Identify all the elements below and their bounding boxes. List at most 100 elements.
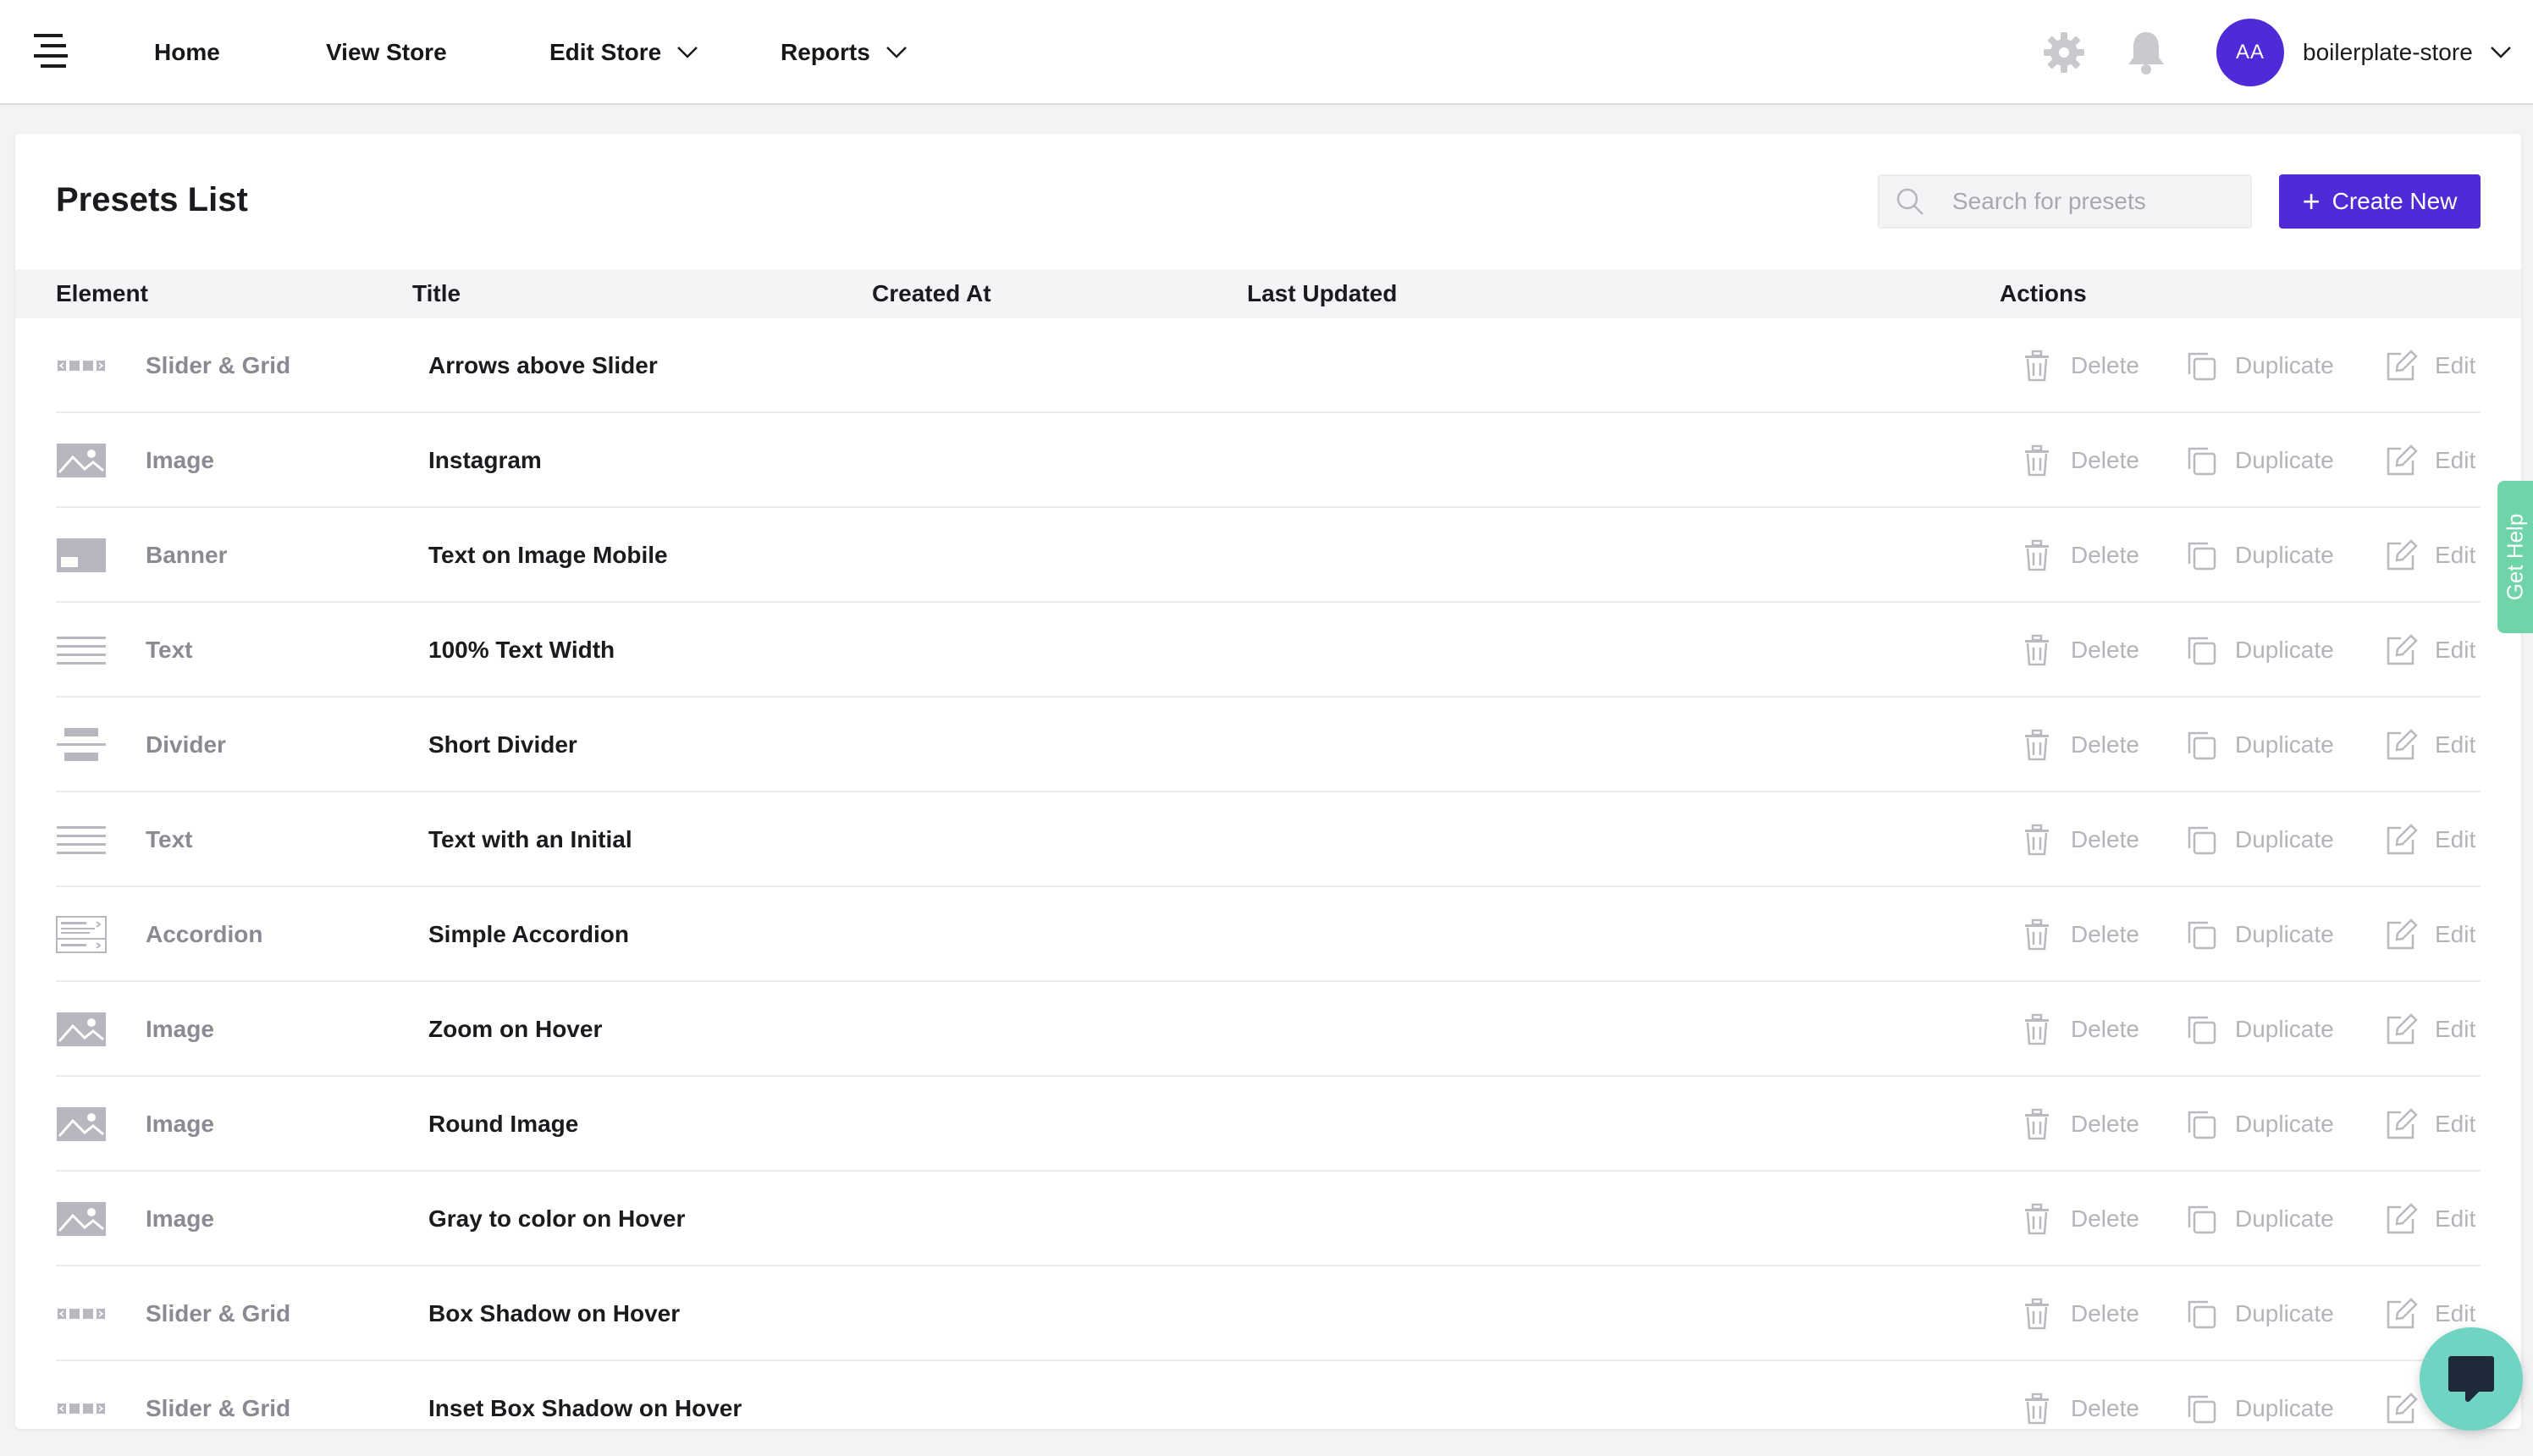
bell-icon[interactable] — [2125, 29, 2167, 76]
duplicate-button[interactable]: Duplicate — [2184, 1077, 2334, 1172]
element-type: Text — [146, 637, 193, 663]
trash-icon — [2025, 824, 2049, 856]
edit-icon — [2387, 729, 2418, 760]
image-icon — [56, 1011, 107, 1048]
edit-icon — [2387, 1108, 2418, 1139]
delete-label: Delete — [2071, 1300, 2139, 1326]
get-help-label: Get Help — [2502, 513, 2528, 601]
delete-button[interactable]: Delete — [2020, 508, 2139, 603]
preset-title: Box Shadow on Hover — [428, 1300, 681, 1326]
preset-title: Text on Image Mobile — [428, 542, 668, 568]
duplicate-button[interactable]: Duplicate — [2184, 792, 2334, 887]
search-box[interactable] — [1878, 174, 2252, 229]
delete-label: Delete — [2071, 1111, 2139, 1137]
chat-launcher-button[interactable] — [2420, 1327, 2523, 1431]
duplicate-button[interactable]: Duplicate — [2184, 1172, 2334, 1266]
trash-icon — [2025, 1298, 2049, 1330]
duplicate-icon — [2188, 1111, 2216, 1139]
element-type: Slider & Grid — [146, 1300, 291, 1326]
edit-label: Edit — [2435, 731, 2476, 758]
avatar-initials: AA — [2235, 41, 2265, 63]
trash-icon — [2025, 918, 2049, 951]
slider-grid-icon — [56, 1390, 107, 1427]
nav-edit-store[interactable]: Edit Store — [549, 0, 698, 105]
edit-button[interactable]: Edit — [2384, 318, 2475, 413]
duplicate-icon — [2188, 1016, 2216, 1045]
delete-button[interactable]: Delete — [2020, 887, 2139, 982]
edit-label: Edit — [2435, 1300, 2476, 1326]
nav-reports-label: Reports — [781, 39, 870, 65]
trash-icon — [2025, 539, 2049, 571]
avatar[interactable]: AA — [2216, 19, 2284, 86]
nav-view-store[interactable]: View Store — [326, 0, 447, 105]
edit-label: Edit — [2435, 1205, 2476, 1232]
nav-view-store-label: View Store — [326, 39, 447, 65]
edit-label: Edit — [2435, 447, 2476, 473]
preset-title: Short Divider — [428, 731, 577, 758]
delete-button[interactable]: Delete — [2020, 1266, 2139, 1361]
delete-button[interactable]: Delete — [2020, 1172, 2139, 1266]
text-lines-icon — [56, 631, 107, 669]
duplicate-button[interactable]: Duplicate — [2184, 698, 2334, 792]
get-help-tab[interactable]: Get Help — [2497, 481, 2533, 633]
image-icon — [56, 1106, 107, 1143]
duplicate-label: Duplicate — [2235, 1016, 2334, 1042]
duplicate-button[interactable]: Duplicate — [2184, 603, 2334, 698]
delete-button[interactable]: Delete — [2020, 792, 2139, 887]
duplicate-icon — [2188, 1395, 2216, 1424]
duplicate-button[interactable]: Duplicate — [2184, 1266, 2334, 1361]
presets-card: Presets List + Create New Element Title … — [15, 134, 2521, 1429]
banner-icon — [56, 537, 107, 574]
duplicate-label: Duplicate — [2235, 921, 2334, 947]
delete-button[interactable]: Delete — [2020, 603, 2139, 698]
menu-icon[interactable] — [32, 30, 73, 74]
store-switcher[interactable]: boilerplate-store — [2303, 0, 2512, 105]
table-row: Image Instagram Delete Duplicate Edit — [56, 413, 2481, 508]
duplicate-button[interactable]: Duplicate — [2184, 1361, 2334, 1429]
delete-button[interactable]: Delete — [2020, 1077, 2139, 1172]
edit-button[interactable]: Edit — [2384, 698, 2475, 792]
nav-reports[interactable]: Reports — [781, 0, 908, 105]
delete-button[interactable]: Delete — [2020, 698, 2139, 792]
delete-button[interactable]: Delete — [2020, 982, 2139, 1077]
duplicate-icon — [2188, 1205, 2216, 1234]
search-input[interactable] — [1951, 187, 2242, 216]
duplicate-button[interactable]: Duplicate — [2184, 508, 2334, 603]
duplicate-button[interactable]: Duplicate — [2184, 318, 2334, 413]
delete-label: Delete — [2071, 731, 2139, 758]
nav-home[interactable]: Home — [154, 0, 220, 105]
edit-icon — [2387, 1203, 2418, 1234]
create-new-button[interactable]: + Create New — [2279, 174, 2481, 229]
duplicate-button[interactable]: Duplicate — [2184, 413, 2334, 508]
delete-button[interactable]: Delete — [2020, 318, 2139, 413]
delete-button[interactable]: Delete — [2020, 413, 2139, 508]
preset-title: Round Image — [428, 1111, 579, 1137]
edit-button[interactable]: Edit — [2384, 1172, 2475, 1266]
element-type: Image — [146, 1111, 214, 1137]
element-type: Image — [146, 1205, 214, 1232]
edit-button[interactable]: Edit — [2384, 792, 2475, 887]
presets-table-body: Slider & Grid Arrows above Slider Delete Du… — [56, 318, 2481, 1429]
edit-button[interactable]: Edit — [2384, 1077, 2475, 1172]
table-row: Image Zoom on Hover Delete Duplicate Edit — [56, 982, 2481, 1077]
edit-button[interactable]: Edit — [2384, 603, 2475, 698]
edit-button[interactable]: Edit — [2384, 887, 2475, 982]
gear-icon[interactable] — [2042, 30, 2086, 74]
delete-button[interactable]: Delete — [2020, 1361, 2139, 1429]
duplicate-label: Duplicate — [2235, 352, 2334, 378]
edit-button[interactable]: Edit — [2384, 508, 2475, 603]
slider-grid-icon — [56, 1295, 107, 1332]
duplicate-label: Duplicate — [2235, 1300, 2334, 1326]
edit-button[interactable]: Edit — [2384, 982, 2475, 1077]
delete-label: Delete — [2071, 1016, 2139, 1042]
delete-label: Delete — [2071, 826, 2139, 852]
chevron-down-icon — [2490, 47, 2511, 58]
plus-icon: + — [2302, 184, 2321, 218]
duplicate-button[interactable]: Duplicate — [2184, 887, 2334, 982]
create-new-label: Create New — [2332, 188, 2458, 214]
duplicate-button[interactable]: Duplicate — [2184, 982, 2334, 1077]
duplicate-label: Duplicate — [2235, 1111, 2334, 1137]
image-icon — [56, 1200, 107, 1238]
edit-label: Edit — [2435, 542, 2476, 568]
edit-button[interactable]: Edit — [2384, 413, 2475, 508]
